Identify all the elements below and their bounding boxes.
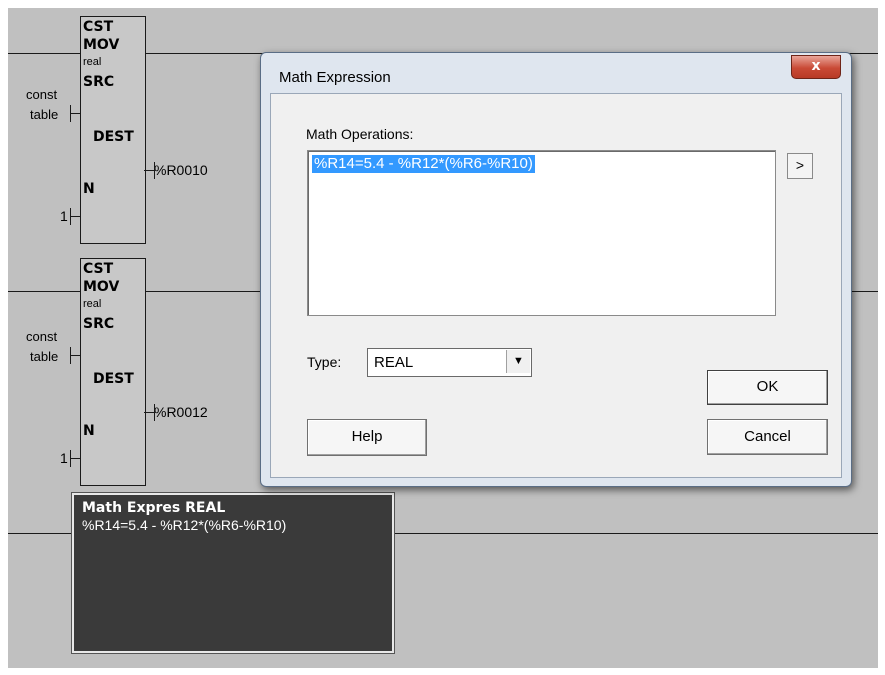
ladder-canvas[interactable]: CST MOV real SRC DEST N const table %R00… — [8, 8, 878, 668]
dest-pin-tick — [154, 404, 155, 421]
dest-output-value: %R0012 — [154, 404, 208, 420]
n-input-value: 1 — [60, 450, 68, 466]
block-operation-name: MOV — [83, 279, 120, 295]
block-function-name: CST — [83, 19, 114, 35]
math-operations-label: Math Operations: — [306, 126, 414, 142]
n-pin-tick — [70, 450, 71, 467]
src-pin-label: SRC — [83, 316, 115, 332]
block-function-name: CST — [83, 261, 114, 277]
n-pin-label: N — [83, 181, 95, 197]
close-button[interactable]: x — [791, 55, 841, 79]
close-icon: x — [811, 58, 821, 74]
cancel-button[interactable]: Cancel — [707, 419, 828, 455]
chevron-down-icon: ▼ — [513, 355, 524, 367]
dest-pin-tick — [154, 162, 155, 179]
rung-line-3 — [8, 533, 72, 534]
rung-line-1 — [8, 53, 80, 54]
src-pin-tick — [70, 105, 71, 122]
rung-line-1-right — [144, 53, 264, 54]
src-input-label-line2: table — [30, 349, 59, 364]
src-pin-label: SRC — [83, 74, 115, 90]
dropdown-arrow-button[interactable]: ▼ — [506, 350, 530, 373]
src-pin-wire — [70, 113, 80, 114]
n-pin-wire — [70, 216, 80, 217]
cst-mov-block-2[interactable]: CST MOV real SRC DEST N — [80, 258, 146, 486]
dest-pin-label: DEST — [93, 371, 134, 387]
src-input-label-line1: const — [26, 87, 58, 102]
math-block-expression: %R14=5.4 - %R12*(%R6-%R10) — [82, 517, 287, 533]
block-data-type: real — [83, 298, 102, 310]
n-pin-tick — [70, 208, 71, 225]
help-button[interactable]: Help — [307, 419, 427, 456]
rung-line-3-right — [392, 533, 878, 534]
block-operation-name: MOV — [83, 37, 120, 53]
math-expression-block[interactable]: Math Expres REAL %R14=5.4 - %R12*(%R6-%R… — [72, 493, 394, 653]
math-block-title: Math Expres REAL — [82, 500, 226, 516]
n-pin-label: N — [83, 423, 95, 439]
chevron-right-icon: > — [795, 157, 805, 173]
dialog-client-area: Math Operations: %R14=5.4 - %R12*(%R6-%R… — [270, 93, 842, 478]
dialog-title: Math Expression — [279, 69, 391, 86]
block-data-type: real — [83, 56, 102, 68]
src-pin-wire — [70, 355, 80, 356]
n-input-value: 1 — [60, 208, 68, 224]
math-operations-selected-text[interactable]: %R14=5.4 - %R12*(%R6-%R10) — [312, 155, 535, 173]
math-expression-dialog: Math Expression x Math Operations: %R14=… — [260, 52, 852, 487]
ok-button[interactable]: OK — [707, 370, 828, 405]
rung-line-2-right — [144, 291, 264, 292]
src-input-label-line1: const — [26, 329, 58, 344]
cst-mov-block-1[interactable]: CST MOV real SRC DEST N — [80, 16, 146, 244]
math-operations-textbox[interactable]: %R14=5.4 - %R12*(%R6-%R10) — [307, 150, 776, 316]
n-pin-wire — [70, 458, 80, 459]
src-input-label-line2: table — [30, 107, 59, 122]
dest-pin-label: DEST — [93, 129, 134, 145]
rung-line-2 — [8, 291, 80, 292]
type-dropdown[interactable]: REAL ▼ — [367, 348, 532, 377]
dest-pin-wire — [144, 170, 154, 171]
type-label: Type: — [307, 354, 342, 370]
dest-pin-wire — [144, 412, 154, 413]
insert-operator-button[interactable]: > — [787, 153, 813, 179]
dest-output-value: %R0010 — [154, 162, 208, 178]
src-pin-tick — [70, 347, 71, 364]
type-selected-value: REAL — [374, 354, 414, 371]
